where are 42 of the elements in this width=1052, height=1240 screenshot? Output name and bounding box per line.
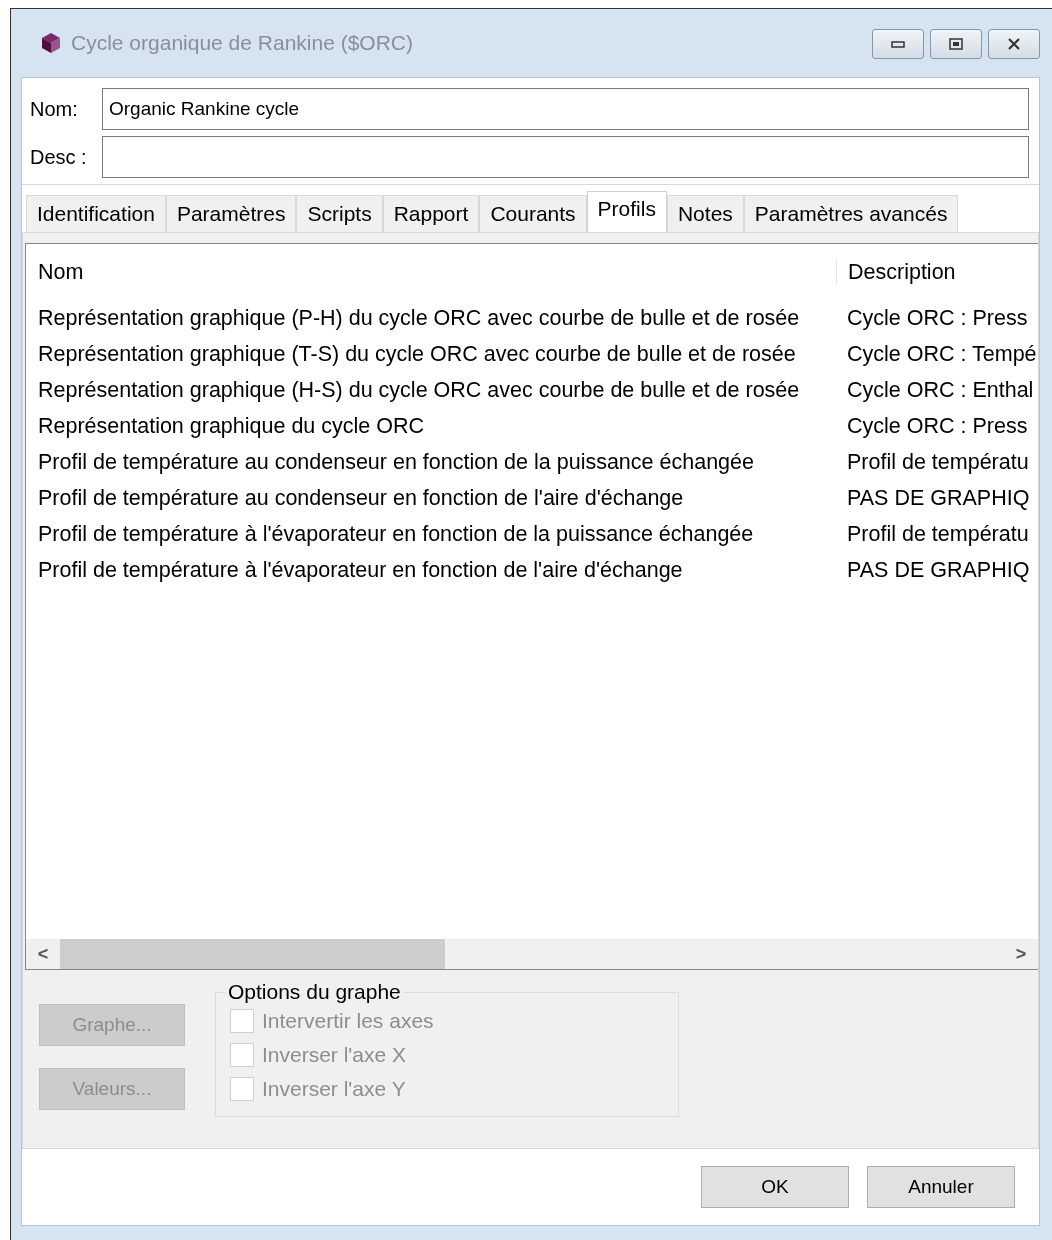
scrollbar-thumb[interactable] [60, 939, 445, 969]
tab[interactable]: Notes [666, 195, 744, 232]
field-label: Nom: [30, 97, 79, 121]
table-cell-text: Profil de température à l'évaporateur en fonction de la puissance échangée [37, 521, 755, 547]
table-cell-text: Profil de températu [846, 449, 1029, 475]
minimize-button[interactable] [872, 29, 924, 59]
dialog-button[interactable]: Annuler [867, 1166, 1015, 1208]
column-header[interactable]: Nom [26, 259, 836, 285]
table-cell-text: Représentation graphique (H-S) du cycle ORC avec courbe de bulle et de rosée [37, 377, 801, 403]
tab[interactable]: Rapport [382, 195, 480, 232]
table-cell-text: Représentation graphique (T-S) du cycle ORC avec courbe de bulle et de rosée [37, 341, 797, 367]
tab[interactable]: Profils [586, 191, 667, 232]
group-title: Options du graphe [227, 980, 402, 1004]
tab[interactable]: Scripts [296, 195, 383, 232]
table-cell-text: PAS DE GRAPHIQ [846, 557, 1030, 583]
tab[interactable]: Courants [479, 195, 587, 232]
close-icon [1007, 38, 1021, 50]
table-cell-text: PAS DE GRAPHIQ [846, 485, 1030, 511]
input-field[interactable]: Organic Rankine cycle [102, 88, 1029, 130]
close-button[interactable] [988, 29, 1040, 59]
table-cell-text: Profil de température à l'évaporateur en fonction de l'aire d'échange [37, 557, 684, 583]
table-cell-text: Représentation graphique (P-H) du cycle ORC avec courbe de bulle et de rosée [37, 305, 801, 331]
tab[interactable]: Paramètres [165, 195, 297, 232]
table-cell-text: Cycle ORC : Press [846, 413, 1028, 439]
table-cell-text: Représentation graphique du cycle ORC [37, 413, 426, 439]
cube-icon [39, 31, 63, 55]
table-cell-text: Cycle ORC : Press [846, 305, 1028, 331]
table-cell-text: Cycle ORC : Tempé [846, 341, 1037, 367]
table-cell-text: Profil de températu [846, 521, 1029, 547]
tab[interactable]: Identification [26, 195, 166, 232]
input-field[interactable] [102, 136, 1029, 178]
maximize-button[interactable] [930, 29, 982, 59]
table-cell-text: Profil de température au condenseur en fonction de l'aire d'échange [37, 485, 685, 511]
maximize-icon [949, 38, 963, 50]
table-cell-text: Profil de température au condenseur en fonction de la puissance échangée [37, 449, 755, 475]
minimize-icon [891, 40, 905, 48]
window-title: Cycle organique de Rankine ($ORC) [71, 31, 413, 55]
field-label: Desc : [30, 145, 88, 169]
column-header[interactable]: Description [836, 259, 956, 285]
dialog-button[interactable]: OK [701, 1166, 849, 1208]
tab[interactable]: Paramètres avancés [743, 195, 959, 232]
table-cell-text: Cycle ORC : Enthal [846, 377, 1034, 403]
